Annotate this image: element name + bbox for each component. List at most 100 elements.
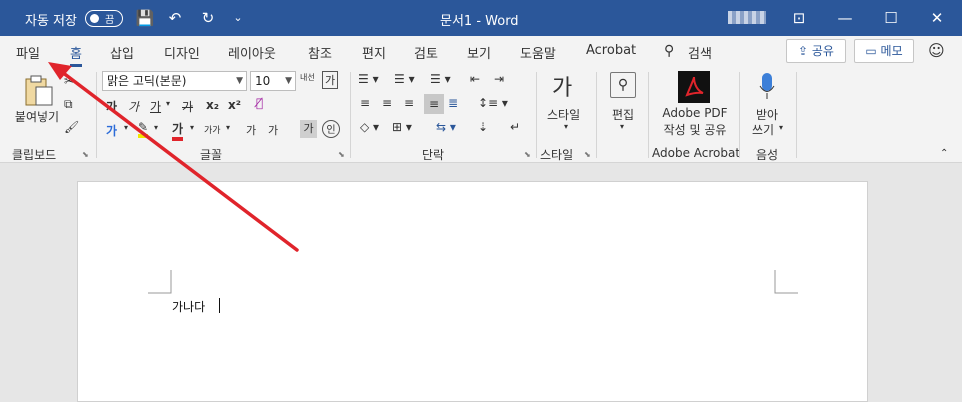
tab-search[interactable]: 검색: [688, 43, 712, 62]
clear-formatting-icon[interactable]: 가̸: [256, 96, 263, 110]
autosave-toggle[interactable]: 끔: [85, 10, 123, 27]
asian-layout-icon[interactable]: ⇆ ▾: [436, 120, 456, 134]
tab-review[interactable]: 검토: [414, 43, 438, 62]
autosave-label: 자동 저장: [25, 14, 77, 29]
font-size-value: 10: [255, 74, 271, 88]
font-name-value: 맑은 고딕(본문): [107, 74, 187, 88]
tab-home[interactable]: 홈: [70, 43, 82, 67]
align-center-icon[interactable]: ≡: [382, 96, 392, 110]
numbering-icon[interactable]: ☰ ▾: [394, 72, 415, 86]
subscript-icon[interactable]: x₂: [206, 98, 219, 112]
document-body-text[interactable]: 가나다: [172, 298, 205, 315]
strikethrough-icon[interactable]: 가: [182, 98, 193, 115]
paste-icon[interactable]: [22, 74, 56, 108]
user-name-blurred[interactable]: [728, 11, 766, 24]
shading-icon[interactable]: ◇ ▾: [360, 120, 379, 134]
grow-font-icon[interactable]: 내선: [300, 72, 315, 83]
share-icon: ⇪: [798, 44, 812, 58]
change-case-icon[interactable]: 가: [322, 71, 338, 89]
adobe-pdf-icon[interactable]: [678, 71, 710, 103]
restore-button[interactable]: ☐: [868, 0, 914, 36]
font-size-select[interactable]: 10 ▼: [250, 71, 296, 91]
tab-acrobat[interactable]: Acrobat: [586, 43, 636, 58]
share-button[interactable]: ⇪ 공유: [786, 39, 846, 63]
editing-button-label[interactable]: 편집: [612, 106, 634, 123]
close-button[interactable]: ✕: [914, 0, 960, 36]
bold-icon[interactable]: 가: [106, 98, 117, 115]
search-icon[interactable]: ⚲: [664, 43, 674, 59]
dictate-line2[interactable]: 쓰기: [752, 121, 774, 138]
font-name-select[interactable]: 맑은 고딕(본문) ▼: [102, 71, 247, 91]
styles-launcher-icon[interactable]: ⬊: [584, 150, 591, 159]
character-shading-icon[interactable]: 가: [300, 120, 317, 138]
chevron-down-icon[interactable]: ▾: [124, 123, 128, 132]
sort-icon[interactable]: ⇣: [478, 120, 488, 134]
tab-design[interactable]: 디자인: [164, 43, 200, 62]
phonetic-guide-icon[interactable]: 가가: [204, 123, 221, 136]
ribbon-display-options-icon[interactable]: ⊡: [776, 0, 822, 36]
line-spacing-icon[interactable]: ↕≡ ▾: [478, 96, 508, 110]
find-icon[interactable]: ⚲: [610, 72, 636, 98]
chevron-down-icon[interactable]: ▾: [226, 123, 230, 132]
cut-icon[interactable]: ✂: [64, 74, 74, 88]
bullets-icon[interactable]: ☰ ▾: [358, 72, 379, 86]
align-right-icon[interactable]: ≡: [404, 96, 414, 110]
paragraph-launcher-icon[interactable]: ⬊: [524, 150, 531, 159]
ribbon-tabs: 파일 홈 삽입 디자인 레이아웃 참조 편지 검토 보기 도움말 Acrobat…: [0, 36, 962, 68]
save-icon[interactable]: 💾: [135, 8, 155, 28]
justify-icon[interactable]: ≡: [424, 94, 444, 114]
distributed-icon[interactable]: ≣: [448, 96, 458, 110]
chevron-down-icon[interactable]: ▾: [190, 123, 194, 132]
highlight-icon[interactable]: ✎: [138, 120, 149, 138]
font-color-icon[interactable]: 가: [172, 120, 184, 141]
clipboard-group-label: 클립보드: [12, 148, 57, 162]
italic-icon[interactable]: 가: [128, 98, 139, 115]
increase-indent-icon[interactable]: ⇥: [494, 72, 504, 86]
adobe-pdf-line2[interactable]: 작성 및 공유: [658, 121, 732, 138]
enclose-circle-icon[interactable]: 인: [322, 120, 340, 138]
tab-insert[interactable]: 삽입: [110, 43, 134, 62]
adobe-pdf-line1[interactable]: Adobe PDF: [662, 106, 728, 120]
char-scale-icon[interactable]: 가: [268, 122, 278, 138]
font-launcher-icon[interactable]: ⬊: [338, 150, 345, 159]
enclose-char-icon[interactable]: 가: [246, 122, 256, 138]
styles-button-label[interactable]: 스타일: [547, 106, 580, 123]
minimize-button[interactable]: —: [822, 0, 868, 36]
align-left-icon[interactable]: ≡: [360, 96, 370, 110]
format-painter-icon[interactable]: 🖌: [64, 120, 79, 134]
chevron-down-icon[interactable]: ▾: [779, 123, 783, 132]
comments-button[interactable]: ▭ 메모: [854, 39, 914, 63]
chevron-down-icon[interactable]: ▾: [620, 122, 624, 131]
tab-references[interactable]: 참조: [308, 43, 332, 62]
tab-mailings[interactable]: 편지: [362, 43, 386, 62]
text-effects-icon[interactable]: 가: [106, 122, 117, 139]
document-page[interactable]: [77, 181, 868, 402]
ribbon: 붙여넣기 ✂ ⧉ 🖌 클립보드 ⬊ 맑은 고딕(본문) ▼ 10 ▼ 내선 가 …: [0, 68, 962, 163]
tab-layout[interactable]: 레이아웃: [228, 43, 276, 62]
feedback-smiley-icon[interactable]: ☺: [928, 41, 945, 60]
styles-icon[interactable]: 가: [552, 70, 572, 102]
multilevel-list-icon[interactable]: ☰ ▾: [430, 72, 451, 86]
tab-view[interactable]: 보기: [467, 43, 491, 62]
underline-icon[interactable]: 가: [150, 98, 161, 115]
clipboard-launcher-icon[interactable]: ⬊: [82, 150, 89, 159]
show-marks-icon[interactable]: ↵: [510, 120, 520, 134]
collapse-ribbon-icon[interactable]: ⌃: [940, 148, 948, 159]
customize-qat-icon[interactable]: ⌄: [228, 8, 248, 28]
paste-label[interactable]: 붙여넣기: [12, 108, 62, 125]
borders-icon[interactable]: ⊞ ▾: [392, 120, 412, 134]
chevron-down-icon[interactable]: ▾: [154, 123, 158, 132]
tab-help[interactable]: 도움말: [520, 43, 556, 62]
share-label: 공유: [811, 44, 834, 58]
decrease-indent-icon[interactable]: ⇤: [470, 72, 480, 86]
superscript-icon[interactable]: x²: [228, 98, 241, 112]
dictate-microphone-icon[interactable]: [757, 71, 777, 103]
chevron-down-icon[interactable]: ▾: [564, 122, 568, 131]
undo-icon[interactable]: ↶: [165, 8, 185, 28]
copy-icon[interactable]: ⧉: [64, 97, 73, 112]
tab-file[interactable]: 파일: [16, 43, 40, 62]
voice-group-label: 음성: [756, 148, 779, 162]
chevron-down-icon[interactable]: ▾: [166, 99, 170, 108]
chevron-down-icon: ▼: [236, 76, 243, 86]
redo-icon[interactable]: ↻: [198, 8, 218, 28]
